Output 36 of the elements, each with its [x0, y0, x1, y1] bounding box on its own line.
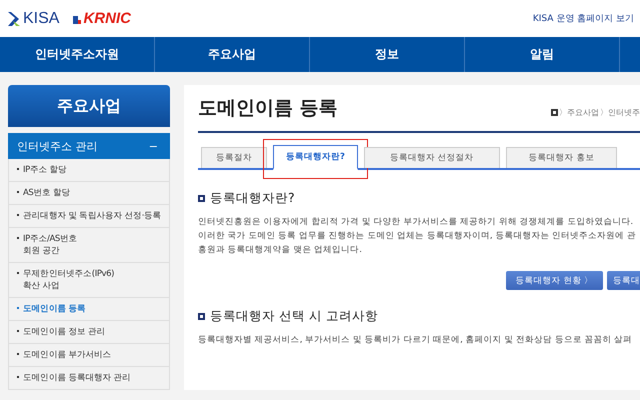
tab[interactable]: 등록대행자란?	[273, 145, 358, 170]
action-button[interactable]: 등록대	[607, 271, 640, 290]
nav-item[interactable]: 주요사업	[155, 37, 310, 72]
logo-text[interactable]: KISA	[23, 10, 60, 28]
sidebar-item[interactable]: IP주소 할당	[8, 159, 170, 182]
sidebar-item[interactable]: AS번호 할당	[8, 182, 170, 205]
nav-item[interactable]: 인터넷주소자원	[0, 37, 155, 72]
top-link[interactable]: KISA 운영 홈페이지 보기	[532, 12, 640, 25]
sidebar-item[interactable]: 도메인이름 등록대행자 관리	[8, 367, 170, 390]
sidebar-item[interactable]: 도메인이름 정보 관리	[8, 321, 170, 344]
bullet-icon	[198, 195, 205, 202]
section-heading: 등록대행자 선택 시 고려사항	[210, 308, 378, 325]
breadcrumb-link[interactable]: 〉주요사업	[559, 107, 599, 118]
sidebar-item[interactable]: 관리대행자 및 독립사용자 선정·등록	[8, 205, 170, 228]
section-heading: 등록대행자란?	[210, 190, 295, 207]
breadcrumb-link[interactable]: 〉인터넷주	[600, 107, 640, 118]
sidebar-item[interactable]: 도메인이름 부가서비스	[8, 344, 170, 367]
action-button[interactable]: 등록대행자 현황 〉	[506, 271, 603, 290]
sidebar-item[interactable]: IP주소/AS번호 회원 공간	[8, 228, 170, 263]
sidebar-title: 주요사업	[8, 85, 170, 127]
logo-text[interactable]: KRNIC	[83, 10, 131, 27]
tab[interactable]: 등록대행자 선정절차	[364, 147, 500, 168]
paragraph: 등록대행자별 제공서비스, 부가서비스 및 등록비가 다르기 때문에, 홈페이지 및 전화상담 등으로 꼼꼼히 살펴	[198, 334, 634, 347]
tab[interactable]: 등록절차	[201, 147, 267, 168]
kisa-logo-icon	[7, 10, 21, 26]
tab[interactable]: 등록대행자 홍보	[506, 147, 618, 168]
paragraph: 인터넷진흥원은 이용자에게 합리적 가격 및 다양한 부가서비스를 제공하기 위해 경쟁체계를 도입하였습니다. 이러한 국가 도메인 등록 업무를 진행하는 도메인 업체는 등록대행자이며, 등록대행자는 인터넷주소자원에 관 흥원과 등록대행계약을 맺은 업체입니다.	[198, 216, 637, 257]
sidebar-item[interactable]: 무제한인터넷주소(IPv6) 확산 사업	[8, 263, 170, 298]
page-title: 도메인이름 등록	[198, 96, 338, 121]
nav-item[interactable]: 정보	[310, 37, 465, 72]
sidebar-item[interactable]: 도메인이름 등록	[8, 298, 170, 321]
bullet-icon	[198, 313, 205, 320]
collapse-toggle[interactable]: −	[148, 140, 158, 152]
krnic-logo-icon	[73, 14, 82, 24]
sidebar-section[interactable]: 인터넷주소 관리 −	[8, 133, 170, 159]
nav-item[interactable]: 알림	[465, 37, 620, 72]
